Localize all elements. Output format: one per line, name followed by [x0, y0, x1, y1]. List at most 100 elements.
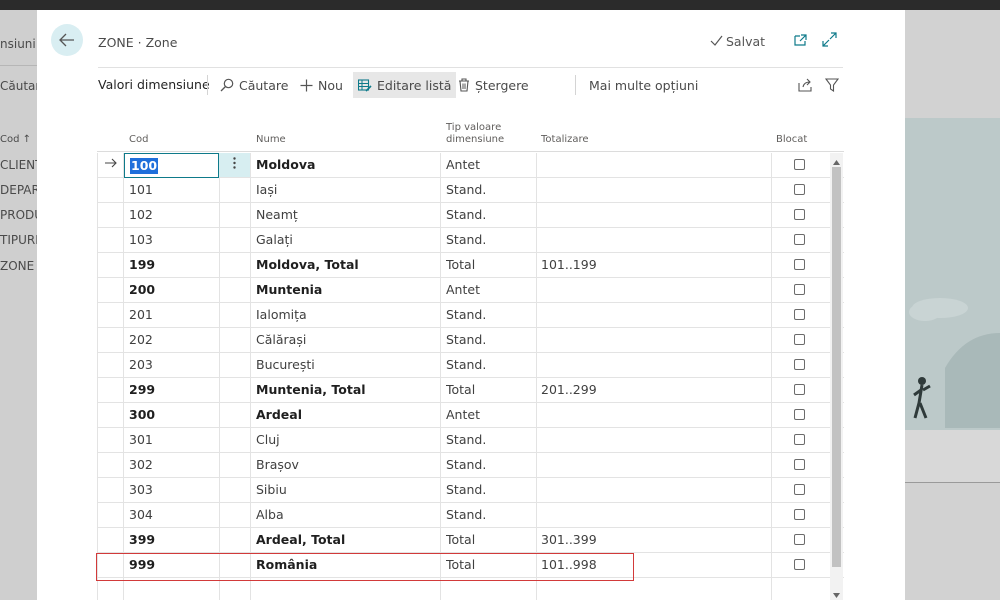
table-row[interactable]: 999 România Total 101..998: [97, 553, 844, 578]
name-cell[interactable]: România: [256, 553, 317, 577]
column-header-name[interactable]: Nume: [256, 134, 286, 146]
code-cell[interactable]: 103: [129, 228, 153, 252]
type-cell[interactable]: Antet: [446, 153, 480, 177]
name-cell[interactable]: Alba: [256, 503, 284, 527]
code-cell[interactable]: 199: [129, 253, 155, 277]
totaling-cell[interactable]: 101..199: [541, 253, 597, 277]
type-cell[interactable]: Total: [446, 553, 475, 577]
blocked-checkbox[interactable]: [794, 384, 805, 395]
code-cell[interactable]: 999: [129, 553, 155, 577]
table-row[interactable]: 201 Ialomița Stand.: [97, 303, 844, 328]
table-row[interactable]: 303 Sibiu Stand.: [97, 478, 844, 503]
blocked-checkbox[interactable]: [794, 359, 805, 370]
open-in-new-window-button[interactable]: [791, 32, 809, 50]
totaling-cell[interactable]: 201..299: [541, 378, 597, 402]
search-button[interactable]: Căutare: [215, 72, 293, 98]
table-row[interactable]: 199 Moldova, Total Total 101..199: [97, 253, 844, 278]
vertical-scrollbar[interactable]: [830, 153, 843, 600]
table-row[interactable]: 300 Ardeal Antet: [97, 403, 844, 428]
blocked-checkbox[interactable]: [794, 509, 805, 520]
name-cell[interactable]: Cluj: [256, 428, 280, 452]
name-cell[interactable]: Călărași: [256, 328, 306, 352]
expand-button[interactable]: [820, 32, 838, 50]
name-cell[interactable]: Ialomița: [256, 303, 307, 327]
name-cell[interactable]: Moldova, Total: [256, 253, 359, 277]
code-input[interactable]: 100: [124, 153, 219, 178]
type-cell[interactable]: Antet: [446, 278, 480, 302]
name-cell[interactable]: Galați: [256, 228, 293, 252]
table-row[interactable]: 301 Cluj Stand.: [97, 428, 844, 453]
code-cell[interactable]: 200: [129, 278, 155, 302]
scroll-down-button[interactable]: [830, 586, 843, 600]
code-cell[interactable]: 301: [129, 428, 153, 452]
blocked-checkbox[interactable]: [794, 559, 805, 570]
type-cell[interactable]: Stand.: [446, 303, 486, 327]
name-cell[interactable]: Muntenia: [256, 278, 322, 302]
code-cell[interactable]: 300: [129, 403, 155, 427]
table-row[interactable]: 100 Moldova Antet: [97, 153, 844, 178]
page-title[interactable]: Valori dimensiune: [98, 77, 210, 92]
blocked-checkbox[interactable]: [794, 334, 805, 345]
totaling-cell[interactable]: 301..399: [541, 528, 597, 552]
blocked-checkbox[interactable]: [794, 184, 805, 195]
filter-button[interactable]: [822, 72, 842, 98]
code-cell[interactable]: 304: [129, 503, 153, 527]
edit-list-button[interactable]: Editare listă: [353, 72, 457, 98]
table-row[interactable]: 200 Muntenia Antet: [97, 278, 844, 303]
column-header-totaling[interactable]: Totalizare: [541, 134, 589, 146]
type-cell[interactable]: Stand.: [446, 228, 486, 252]
type-cell[interactable]: Stand.: [446, 428, 486, 452]
type-cell[interactable]: Stand.: [446, 328, 486, 352]
scrollbar-thumb[interactable]: [832, 167, 841, 567]
blocked-checkbox[interactable]: [794, 484, 805, 495]
name-cell[interactable]: Sibiu: [256, 478, 287, 502]
name-cell[interactable]: București: [256, 353, 315, 377]
code-cell[interactable]: 203: [129, 353, 153, 377]
type-cell[interactable]: Stand.: [446, 453, 486, 477]
blocked-checkbox[interactable]: [794, 409, 805, 420]
name-cell[interactable]: Brașov: [256, 453, 299, 477]
table-row[interactable]: 202 Călărași Stand.: [97, 328, 844, 353]
delete-button[interactable]: Ștergere: [453, 72, 534, 98]
blocked-checkbox[interactable]: [794, 434, 805, 445]
table-row[interactable]: 101 Iași Stand.: [97, 178, 844, 203]
name-cell[interactable]: Moldova: [256, 153, 315, 177]
name-cell[interactable]: Iași: [256, 178, 277, 202]
name-cell[interactable]: Muntenia, Total: [256, 378, 366, 402]
column-header-blocked[interactable]: Blocat: [776, 134, 807, 146]
name-cell[interactable]: Ardeal, Total: [256, 528, 345, 552]
blocked-checkbox[interactable]: [794, 259, 805, 270]
column-header-type[interactable]: Tip valoare dimensiune: [446, 122, 504, 146]
code-cell[interactable]: 399: [129, 528, 155, 552]
code-cell[interactable]: 299: [129, 378, 155, 402]
type-cell[interactable]: Stand.: [446, 203, 486, 227]
blocked-checkbox[interactable]: [794, 459, 805, 470]
type-cell[interactable]: Total: [446, 378, 475, 402]
type-cell[interactable]: Stand.: [446, 503, 486, 527]
code-cell[interactable]: 101: [129, 178, 153, 202]
type-cell[interactable]: Total: [446, 528, 475, 552]
row-actions-button[interactable]: [219, 153, 250, 177]
code-cell[interactable]: 302: [129, 453, 153, 477]
type-cell[interactable]: Stand.: [446, 353, 486, 377]
blocked-checkbox[interactable]: [794, 534, 805, 545]
scroll-up-button[interactable]: [830, 153, 843, 167]
blocked-checkbox[interactable]: [794, 284, 805, 295]
name-cell[interactable]: Neamț: [256, 203, 298, 227]
code-cell[interactable]: 202: [129, 328, 153, 352]
table-row[interactable]: 399 Ardeal, Total Total 301..399: [97, 528, 844, 553]
share-button[interactable]: [795, 72, 816, 98]
code-cell[interactable]: 303: [129, 478, 153, 502]
more-options-button[interactable]: Mai multe opțiuni: [584, 72, 703, 98]
blocked-checkbox[interactable]: [794, 159, 805, 170]
type-cell[interactable]: Total: [446, 253, 475, 277]
type-cell[interactable]: Antet: [446, 403, 480, 427]
table-row[interactable]: 304 Alba Stand.: [97, 503, 844, 528]
table-row[interactable]: 102 Neamț Stand.: [97, 203, 844, 228]
table-row[interactable]: 302 Brașov Stand.: [97, 453, 844, 478]
new-button[interactable]: Nou: [295, 72, 348, 98]
totaling-cell[interactable]: 101..998: [541, 553, 597, 577]
table-row[interactable]: 203 București Stand.: [97, 353, 844, 378]
type-cell[interactable]: Stand.: [446, 178, 486, 202]
table-row[interactable]: 299 Muntenia, Total Total 201..299: [97, 378, 844, 403]
